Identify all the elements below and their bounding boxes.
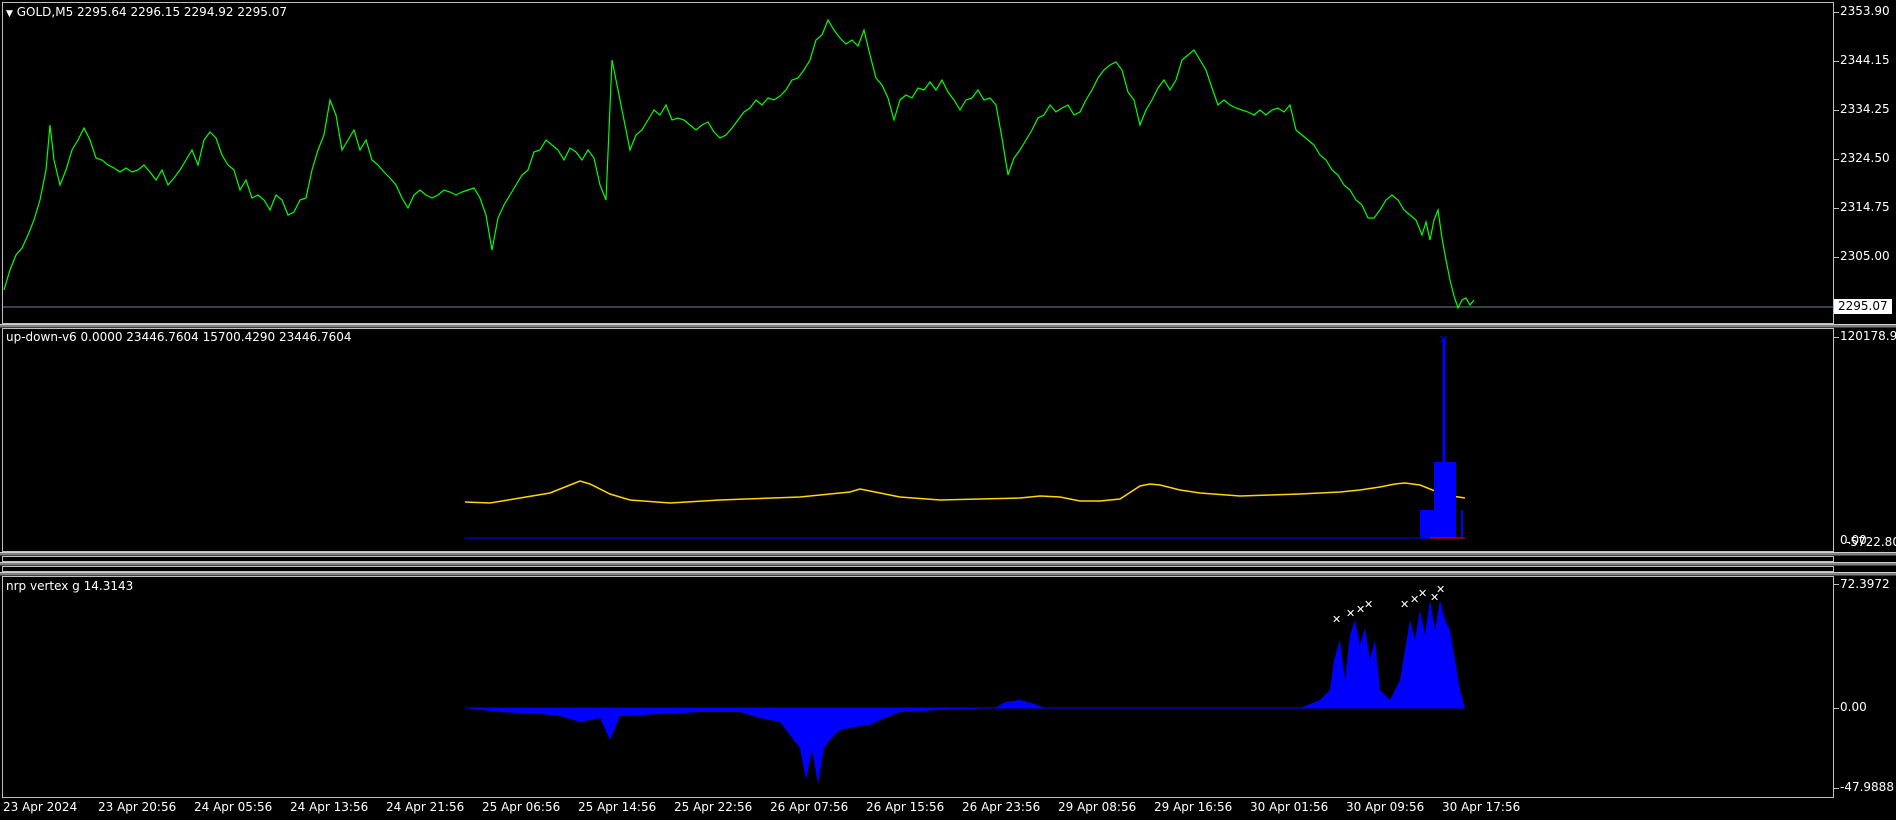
time-label: 30 Apr 17:56	[1442, 800, 1521, 814]
up-down-bottom-value: -5722.806	[1846, 535, 1896, 549]
nrp-top-value: 72.3972	[1840, 577, 1890, 591]
axis-tick	[1834, 159, 1839, 160]
time-label: 23 Apr 2024	[3, 800, 78, 814]
price-level-4: 2324.50	[1840, 151, 1890, 165]
axis-tick	[1834, 12, 1839, 13]
nrp-bottom-value: -47.9888	[1840, 780, 1894, 794]
axis-tick	[1834, 337, 1839, 338]
nrp-small-bump	[995, 700, 1045, 708]
price-level-3: 2334.25	[1840, 102, 1890, 116]
current-price-badge: 2295.07	[1834, 299, 1892, 314]
axis-tick	[1834, 788, 1839, 789]
cross-icon: ✕	[1436, 583, 1445, 596]
cross-icon: ✕	[1400, 598, 1409, 611]
price-level-1: 2353.90	[1840, 4, 1890, 18]
time-label: 24 Apr 05:56	[194, 800, 273, 814]
axis-tick	[1834, 208, 1839, 209]
time-label: 23 Apr 20:56	[98, 800, 177, 814]
axis-tick	[1834, 257, 1839, 258]
time-label: 24 Apr 21:56	[386, 800, 465, 814]
nrp-positive-hist	[1300, 600, 1465, 708]
time-label: 26 Apr 23:56	[962, 800, 1041, 814]
time-label: 30 Apr 09:56	[1346, 800, 1425, 814]
cross-icon: ✕	[1418, 587, 1427, 600]
up-down-top-value: 120178.93	[1840, 329, 1896, 343]
axis-tick	[1834, 708, 1839, 709]
time-label: 26 Apr 15:56	[866, 800, 945, 814]
cross-icon: ✕	[1332, 613, 1341, 626]
time-label: 25 Apr 22:56	[674, 800, 753, 814]
time-label: 29 Apr 16:56	[1154, 800, 1233, 814]
price-level-6: 2305.00	[1840, 249, 1890, 263]
time-label: 24 Apr 13:56	[290, 800, 369, 814]
time-label: 25 Apr 14:56	[578, 800, 657, 814]
time-label: 29 Apr 08:56	[1058, 800, 1137, 814]
price-level-2: 2344.15	[1840, 53, 1890, 67]
nrp-zero-value: 0.00	[1840, 700, 1867, 714]
axis-tick	[1834, 584, 1839, 585]
cross-icon: ✕	[1346, 607, 1355, 620]
cross-icon: ✕	[1364, 598, 1373, 611]
axis-tick	[1834, 61, 1839, 62]
time-label: 26 Apr 07:56	[770, 800, 849, 814]
time-label: 25 Apr 06:56	[482, 800, 561, 814]
nrp-vertex-svg: ✕ ✕ ✕ ✕ ✕ ✕ ✕ ✕ ✕	[465, 583, 1465, 784]
nrp-negative-hist	[465, 708, 1000, 784]
axis-tick	[1834, 110, 1839, 111]
price-level-5: 2314.75	[1840, 200, 1890, 214]
time-label: 30 Apr 01:56	[1250, 800, 1329, 814]
nrp-vertex-title: nrp vertex g 14.3143	[6, 579, 134, 593]
